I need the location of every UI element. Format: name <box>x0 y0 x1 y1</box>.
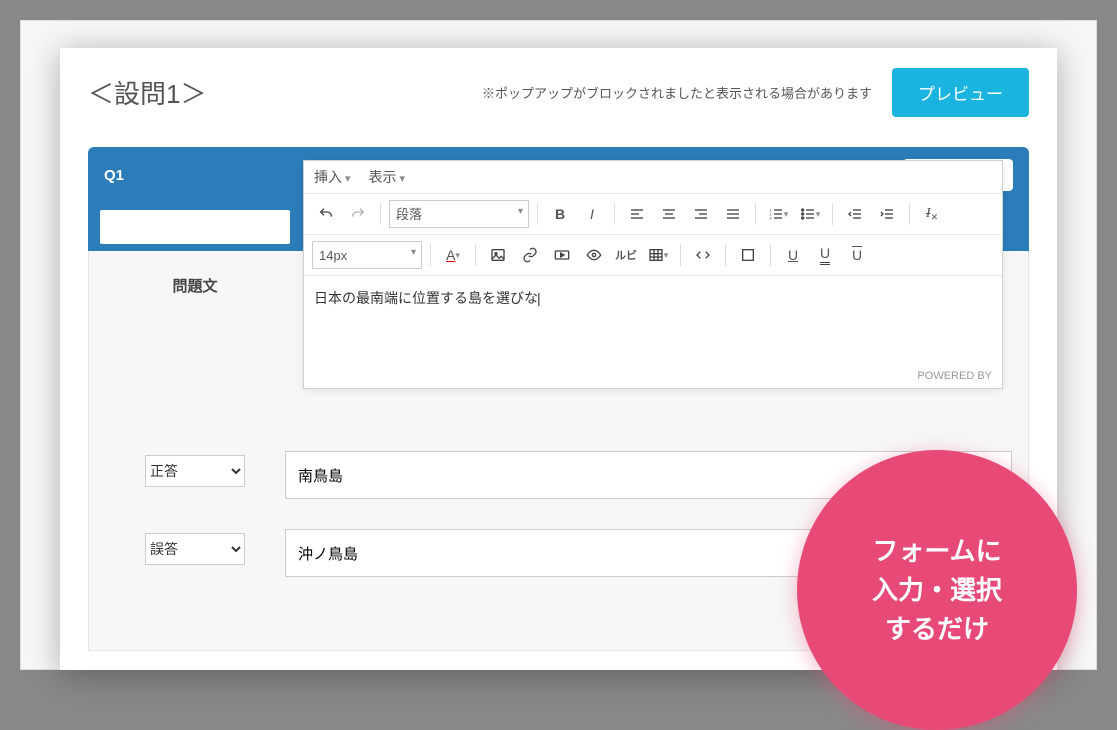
menu-insert[interactable]: 挿入 <box>314 169 351 185</box>
outdent-icon[interactable] <box>841 200 869 228</box>
italic-button[interactable]: I <box>578 200 606 228</box>
question-number: Q1 <box>104 167 304 184</box>
editor-text: 日本の最南端に位置する島を選びな <box>314 290 541 306</box>
answer-type-select-0[interactable]: 正答 <box>145 455 245 487</box>
promo-badge: フォームに 入力・選択 するだけ <box>797 450 1077 730</box>
answer-type-select-1[interactable]: 誤答 <box>145 533 245 565</box>
preview-button[interactable]: プレビュー <box>892 68 1029 117</box>
underline-icon[interactable]: U <box>779 241 807 269</box>
table-icon[interactable]: ▾ <box>644 241 672 269</box>
editor-menubar: 挿入 表示 <box>304 161 1002 194</box>
badge-line: するだけ <box>872 610 1002 649</box>
svg-text:3: 3 <box>769 215 772 220</box>
align-center-icon[interactable] <box>655 200 683 228</box>
editor-toolbar-2: 14px A▾ ルビ ▾ U U U <box>304 235 1002 276</box>
redo-icon[interactable] <box>344 200 372 228</box>
image-icon[interactable] <box>484 241 512 269</box>
modal-header: ＜設問1＞ ※ポップアップがブロックされましたと表示される場合があります プレビ… <box>88 68 1029 117</box>
double-underline-icon[interactable]: U <box>811 241 839 269</box>
align-left-icon[interactable] <box>623 200 651 228</box>
align-right-icon[interactable] <box>687 200 715 228</box>
paragraph-select[interactable]: 段落 <box>389 200 529 228</box>
code-icon[interactable] <box>689 241 717 269</box>
overline-icon[interactable]: U <box>843 241 871 269</box>
page-title: ＜設問1＞ <box>88 74 206 111</box>
subbar-field[interactable] <box>100 210 290 244</box>
link-icon[interactable] <box>516 241 544 269</box>
editor-powered-by: POWERED BY <box>304 366 1002 388</box>
undo-icon[interactable] <box>312 200 340 228</box>
text-color-icon[interactable]: A▾ <box>439 241 467 269</box>
ruby-icon[interactable]: ルビ <box>612 241 640 269</box>
menu-view[interactable]: 表示 <box>368 169 405 185</box>
align-justify-icon[interactable] <box>719 200 747 228</box>
editor-content-area[interactable]: 日本の最南端に位置する島を選びな <box>304 276 1002 366</box>
question-text-label: 問題文 <box>172 275 217 296</box>
clear-format-icon[interactable]: I✕ <box>918 200 946 228</box>
indent-icon[interactable] <box>873 200 901 228</box>
popup-warning-text: ※ポップアップがブロックされましたと表示される場合があります <box>226 83 872 102</box>
badge-line: フォームに <box>872 532 1002 571</box>
media-icon[interactable] <box>548 241 576 269</box>
fontsize-select[interactable]: 14px <box>312 241 422 269</box>
bold-button[interactable]: B <box>546 200 574 228</box>
editor-toolbar-1: 段落 B I 123▾ ▾ I✕ <box>304 194 1002 235</box>
preview-icon[interactable] <box>580 241 608 269</box>
rich-text-editor: 挿入 表示 段落 B I 123▾ ▾ I✕ 14px <box>303 160 1003 389</box>
unordered-list-icon[interactable]: ▾ <box>796 200 824 228</box>
ordered-list-icon[interactable]: 123▾ <box>764 200 792 228</box>
badge-line: 入力・選択 <box>872 571 1002 610</box>
box-icon[interactable] <box>734 241 762 269</box>
